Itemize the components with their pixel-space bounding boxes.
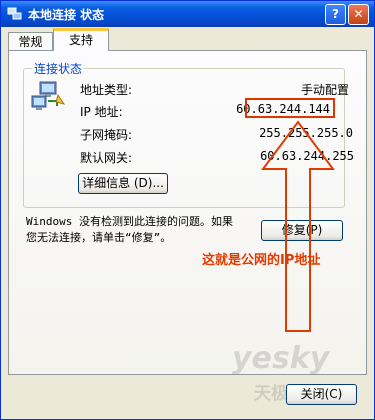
repair-message-line2: 您无法连接，请单击“修复”。 [26, 231, 172, 244]
network-connection-icon [7, 7, 22, 20]
ip-address-label: IP 地址: [80, 105, 123, 119]
status-dialog: 本地连接 状态 ? ✕ 常规 支持 连接状态 地址类型: 手动配置 IP 地址:… [0, 0, 375, 420]
watermark-yesky: yesky [232, 341, 330, 376]
tab-support[interactable]: 支持 [53, 28, 109, 51]
repair-message: Windows 没有检测到此连接的问题。如果 您无法连接，请单击“修复”。 [26, 214, 258, 246]
address-type-label: 地址类型: [80, 83, 133, 97]
annotation-text: 这就是公网的IP地址 [202, 253, 321, 268]
close-window-button[interactable]: ✕ [348, 4, 369, 25]
subnet-mask-value: 255.255.255.0 [259, 126, 353, 140]
details-button[interactable]: 详细信息 (D)... [78, 173, 168, 194]
tab-general[interactable]: 常规 [8, 32, 53, 51]
ip-highlight-box [245, 98, 335, 118]
window-title: 本地连接 状态 [28, 8, 105, 22]
default-gateway-label: 默认网关: [80, 151, 133, 165]
repair-button[interactable]: 修复(P) [261, 220, 343, 241]
address-type-value: 手动配置 [300, 83, 349, 97]
help-button[interactable]: ? [325, 4, 346, 25]
subnet-mask-label: 子网掩码: [80, 128, 133, 142]
title-bar[interactable]: 本地连接 状态 ? ✕ [1, 1, 374, 27]
group-title: 连接状态 [32, 60, 85, 77]
default-gateway-value: 60.63.244.255 [260, 149, 354, 163]
close-button[interactable]: 关闭(C) [286, 384, 357, 405]
repair-message-line1: Windows 没有检测到此连接的问题。如果 [26, 215, 233, 228]
network-computers-icon [31, 81, 65, 110]
